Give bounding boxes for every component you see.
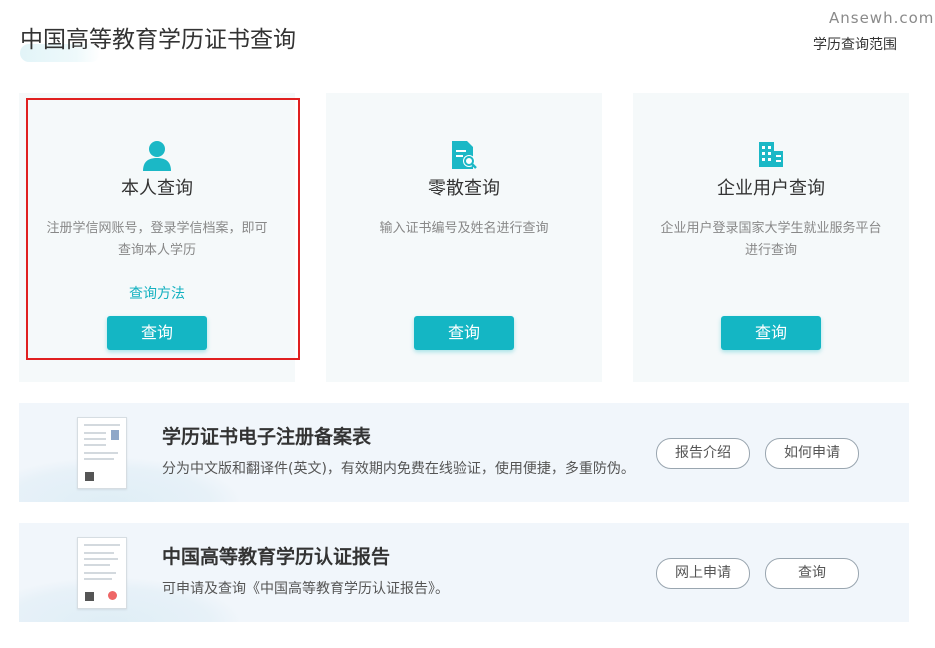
banner-certification-report: 中国高等教育学历认证报告 可申请及查询《中国高等教育学历认证报告》。 网上申请 … xyxy=(19,523,909,622)
how-to-apply-button[interactable]: 如何申请 xyxy=(765,438,859,469)
person-icon xyxy=(141,139,173,177)
card-title: 本人查询 xyxy=(121,178,193,199)
card-title: 企业用户查询 xyxy=(717,178,825,199)
card-description: 输入证书编号及姓名进行查询 xyxy=(379,221,549,236)
query-button[interactable]: 查询 xyxy=(414,316,514,350)
card-scattered-query: 零散查询 输入证书编号及姓名进行查询 查询 xyxy=(326,93,602,382)
card-personal-query: 本人查询 注册学信网账号，登录学信档案，即可查询本人学历 查询方法 查询 xyxy=(19,93,295,382)
banner-description: 可申请及查询《中国高等教育学历认证报告》。 xyxy=(162,581,449,597)
banner-title: 学历证书电子注册备案表 xyxy=(162,426,372,448)
banner-title: 中国高等教育学历认证报告 xyxy=(162,546,391,568)
query-scope-link[interactable]: 学历查询范围 xyxy=(813,34,897,54)
watermark: Ansewh.com xyxy=(829,9,935,27)
banner-description: 分为中文版和翻译件(英文)，有效期内免费在线验证，使用便捷，多重防伪。 xyxy=(162,461,635,477)
card-description: 企业用户登录国家大学生就业服务平台进行查询 xyxy=(660,221,882,258)
page-title: 中国高等教育学历证书查询 xyxy=(20,27,296,53)
card-title: 零散查询 xyxy=(428,178,500,199)
certificate-thumbnail xyxy=(77,537,127,609)
certificate-thumbnail xyxy=(77,417,127,489)
page-header: 中国高等教育学历证书查询 xyxy=(20,20,296,62)
building-icon xyxy=(756,139,786,173)
card-description: 注册学信网账号，登录学信档案，即可查询本人学历 xyxy=(46,221,268,258)
report-intro-button[interactable]: 报告介绍 xyxy=(656,438,750,469)
banner-electronic-registration-form: 学历证书电子注册备案表 分为中文版和翻译件(英文)，有效期内免费在线验证，使用便… xyxy=(19,403,909,502)
query-method-link[interactable]: 查询方法 xyxy=(19,283,295,303)
query-button[interactable]: 查询 xyxy=(107,316,207,350)
query-button[interactable]: 查询 xyxy=(721,316,821,350)
report-query-button[interactable]: 查询 xyxy=(765,558,859,589)
online-apply-button[interactable]: 网上申请 xyxy=(656,558,750,589)
document-search-icon xyxy=(449,139,479,175)
card-enterprise-query: 企业用户查询 企业用户登录国家大学生就业服务平台进行查询 查询 xyxy=(633,93,909,382)
